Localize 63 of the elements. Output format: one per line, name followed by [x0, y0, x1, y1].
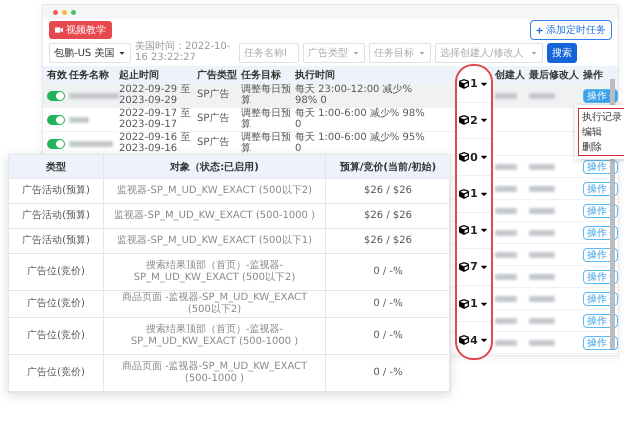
column-header: 预算/竞价(当前/初始)	[326, 155, 451, 179]
table-cell: 广告位(竞价)	[9, 318, 104, 355]
table-cell-text: SP广告	[197, 138, 230, 149]
table-cell: 广告活动(预算)	[9, 229, 104, 254]
table-cell-text: 2022-09-16 至 2023-09-16	[119, 133, 192, 154]
column-header: 对象（状态:已启用)	[104, 155, 326, 179]
table-cell: $26 / $26	[326, 229, 451, 254]
table-cell: 0 / -%	[326, 291, 451, 318]
column-header: 执行时间	[295, 68, 336, 82]
table-cell: 0 / -%	[326, 318, 451, 355]
column-header: 类型	[9, 155, 104, 179]
column-header: 创建人	[495, 68, 526, 82]
table-cell-text: SP广告	[197, 90, 230, 101]
table-cell: 广告活动(预算)	[9, 204, 104, 229]
search-button[interactable]: 搜索	[547, 42, 577, 62]
menu-item[interactable]: 删除	[582, 140, 624, 154]
table-cell: 广告位(竞价)	[9, 254, 104, 291]
column-header: 最后修改人	[529, 68, 580, 82]
task-name-field[interactable]: 任务名称l	[239, 42, 299, 62]
column-header: 操作	[583, 68, 604, 82]
table-cell-text: 2022-09-17 至 2023-09-17	[119, 109, 192, 130]
object-count: 1	[470, 224, 478, 237]
goal-select[interactable]: 任务目标	[369, 42, 431, 62]
table-cell-text: 每天 1:00-6:00 减少% 95% 0	[295, 133, 426, 154]
object-count: 4	[470, 334, 478, 347]
table-cell-text: 每天 1:00-6:00 减少% 98% 0	[295, 109, 426, 130]
store-select[interactable]: 包鹏-US 美国	[49, 42, 131, 62]
table-cell-text: 调整每日预算	[241, 85, 292, 106]
column-header: 任务名称	[69, 68, 110, 82]
menu-item[interactable]: 编辑	[582, 124, 624, 138]
table-cell: 0 / -%	[326, 355, 451, 392]
table-cell-text: 调整每日预算	[241, 133, 292, 154]
table-cell: 监视器-SP_M_UD_KW_EXACT (500-1000 )	[104, 204, 326, 229]
table-cell-text: 2022-09-29 至 2023-09-29	[119, 85, 192, 106]
table-cell: 监视器-SP_M_UD_KW_EXACT (500以下2)	[104, 179, 326, 204]
table-cell: 广告活动(预算)	[9, 179, 104, 204]
person-select[interactable]: 选择创建人/修改人	[435, 42, 543, 62]
object-count: 1	[470, 297, 478, 310]
table-cell: 商品页面 -监视器-SP_M_UD_KW_EXACT (500-1000 )	[104, 355, 326, 392]
table-cell-text: SP广告	[197, 114, 230, 125]
ad-type-select[interactable]: 广告类型	[303, 42, 365, 62]
table-cell-text: 调整每日预算	[241, 109, 292, 130]
table-cell: $26 / $26	[326, 179, 451, 204]
table-cell: 0 / -%	[326, 254, 451, 291]
tutorial-button[interactable]: 视频教学	[49, 21, 112, 39]
table-cell: 广告位(竞价)	[9, 355, 104, 392]
object-count: 1	[470, 187, 478, 200]
column-header: 有效	[47, 68, 68, 82]
object-count: 2	[470, 114, 478, 127]
time-text: 美国时间：2022-10-16 23:22:27	[135, 42, 232, 63]
table-cell: 广告位(竞价)	[9, 291, 104, 318]
table-cell: 商品页面 -监视器-SP_M_UD_KW_EXACT (500以下2)	[104, 291, 326, 318]
table-cell-text: 每天 23:00-12:00 减少% 98% 0	[295, 85, 414, 106]
table-cell: 搜索结果顶部（首页）-监视器-SP_M_UD_KW_EXACT (500以下2)	[104, 254, 326, 291]
table-cell: $26 / $26	[326, 204, 451, 229]
menu-item[interactable]: 执行记录	[582, 110, 624, 124]
table-cell: 搜索结果顶部（首页）-监视器-SP_M_UD_KW_EXACT (500-1000 )	[104, 318, 326, 355]
column-header: 起止时间	[119, 68, 160, 82]
object-count: 7	[470, 260, 478, 274]
add-task-button[interactable]: 添加定时任务	[530, 20, 612, 40]
column-header: 广告类型	[197, 68, 238, 82]
table-cell: 监视器-SP_M_UD_KW_EXACT (500以下1)	[104, 229, 326, 254]
column-header: 任务目标	[241, 68, 282, 82]
